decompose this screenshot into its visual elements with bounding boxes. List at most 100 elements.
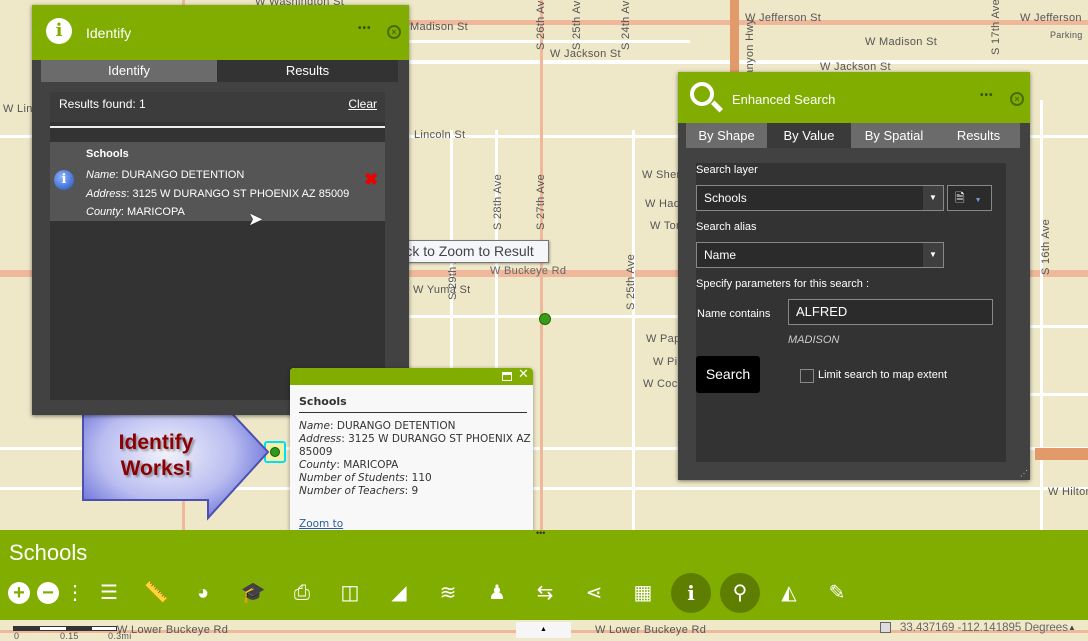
field-value: : 3125 W DURANGO ST PHOENIX AZ 85009 [126, 188, 350, 200]
field-label: Address [86, 188, 127, 200]
legend-list-icon[interactable]: ☰ [94, 578, 124, 608]
zoom-to-link[interactable]: Zoom to [299, 518, 343, 530]
more-options-button[interactable]: ••• [980, 90, 994, 101]
tab-by-value[interactable]: By Value [767, 123, 851, 148]
popup-field: Name: DURANGO DETENTION [299, 420, 531, 433]
close-icon[interactable]: ✕ [518, 368, 529, 382]
more-vertical-icon[interactable]: ⋮ [60, 578, 90, 608]
result-item[interactable]: i Schools Name: DURANGO DETENTION Addres… [50, 142, 385, 221]
resize-handle[interactable]: ••• [536, 528, 545, 538]
street-view-icon[interactable]: ♟ [482, 578, 512, 608]
chart-icon[interactable]: ◢ [384, 578, 414, 608]
enhanced-search-icon[interactable]: ⚲ [720, 573, 760, 613]
field-label: County [299, 459, 337, 471]
street-label: S 16th Ave [1040, 218, 1052, 275]
coordinates-icon [880, 622, 891, 633]
expand-panel-button[interactable]: ▲ [516, 622, 571, 638]
resize-handle[interactable]: ⋰ [1020, 469, 1028, 478]
layer-options-button[interactable]: 🗎 ▼ [947, 185, 992, 211]
search-icon [690, 82, 714, 106]
popup-content: Name: DURANGO DETENTION Address: 3125 W … [299, 420, 531, 498]
street-label: W Lower Buckeye Rd [595, 624, 707, 636]
street-label: W Yuma St [413, 284, 471, 296]
street-label: Lincoln St [414, 129, 466, 141]
field-label: Name [86, 169, 116, 181]
street-label: W Lower Buckeye Rd [117, 624, 229, 636]
chevron-down-icon: ▼ [923, 243, 943, 267]
field-label: Address [299, 433, 342, 445]
street-label: S 25th Ave [571, 0, 583, 50]
street-label: S 25th Ave [625, 253, 637, 310]
search-alias-label: Search alias [696, 221, 757, 233]
search-panel-header[interactable]: Enhanced Search ••• × [678, 72, 1030, 123]
draw-icon[interactable]: ✎ [822, 578, 852, 608]
remove-result-icon[interactable]: ✖ [364, 170, 378, 190]
street-label: S 27th Ave [535, 173, 547, 230]
elevation-profile-icon[interactable]: ◭ [774, 578, 804, 608]
basemap-palette-icon[interactable]: ◕ [188, 578, 218, 608]
share-icon[interactable]: ⋖ [579, 578, 609, 608]
popup-field: Number of Teachers: 9 [299, 485, 531, 498]
field-label: Name [299, 420, 330, 432]
education-icon[interactable]: 🎓 [238, 578, 268, 608]
coordinates-readout: 33.437169 -112.141895 Degrees [900, 622, 1068, 634]
info-icon: i [54, 170, 74, 190]
result-layer: Schools [86, 148, 129, 160]
select-value: Schools [704, 191, 747, 205]
street-label: S 24th Ave [620, 0, 632, 50]
divider [299, 412, 527, 413]
popup-field: Number of Students: 110 [299, 472, 531, 485]
result-field: Address: 3125 W DURANGO ST PHOENIX AZ 85… [86, 188, 349, 200]
params-label: Specify parameters for this search : [696, 278, 870, 290]
tab-results[interactable]: Results [217, 60, 398, 82]
clear-link[interactable]: Clear [348, 97, 377, 111]
street-label: Madison St [410, 21, 469, 33]
name-contains-input[interactable]: ALFRED [788, 299, 993, 325]
street-label: S 17th Ave [990, 0, 1002, 55]
more-options-button[interactable]: ••• [358, 23, 372, 34]
results-count: Results found: 1 [59, 97, 146, 111]
tab-results[interactable]: Results [937, 123, 1020, 148]
popup-field: Address: 3125 W DURANGO ST PHOENIX AZ 85… [299, 433, 531, 459]
identify-panel-header[interactable]: i Identify ••• × [32, 5, 409, 60]
tab-identify[interactable]: Identify [41, 60, 217, 82]
search-button[interactable]: Search [696, 356, 760, 393]
measure-ruler-icon[interactable]: 📏 [141, 578, 171, 608]
field-value: : MARICOPA [336, 459, 399, 471]
select-value: Name [704, 248, 737, 262]
search-result-marker[interactable] [539, 313, 551, 325]
close-icon[interactable]: × [387, 25, 401, 39]
search-layer-label: Search layer [696, 164, 758, 176]
annotation-text: Identify Works! [96, 430, 216, 482]
field-label: County [86, 206, 121, 218]
document-icon: 🗎 [955, 191, 965, 205]
zoom-out-icon[interactable]: − [37, 582, 59, 604]
identify-panel: i Identify ••• × Identify Results Result… [32, 5, 409, 415]
grid-icon[interactable]: ▦ [628, 578, 658, 608]
zoom-in-icon[interactable]: + [8, 582, 30, 604]
maximize-icon[interactable] [502, 372, 512, 381]
tab-by-spatial[interactable]: By Spatial [851, 123, 937, 148]
tab-by-shape[interactable]: By Shape [686, 123, 767, 148]
street-label: W Jefferson [1020, 12, 1082, 24]
chevron-up-icon[interactable]: ▲ [1068, 623, 1076, 632]
identify-info-icon[interactable]: i [671, 573, 711, 613]
street-label: S 28th Ave [492, 173, 504, 230]
field-value: : 110 [404, 472, 432, 484]
limit-extent-checkbox[interactable] [800, 369, 814, 383]
search-alias-select[interactable]: Name ▼ [696, 242, 944, 268]
swipe-icon[interactable]: ◫ [335, 578, 365, 608]
input-hint: MADISON [788, 334, 840, 346]
result-field: County: MARICOPA [86, 206, 185, 218]
street-label: S 26th Ave [535, 0, 547, 50]
print-icon[interactable]: ⎙ [287, 578, 317, 608]
search-layer-select[interactable]: Schools ▼ [696, 185, 944, 211]
field-value: : DURANGO DETENTION [115, 169, 245, 181]
popup-title: Schools [299, 395, 347, 408]
info-icon: i [46, 18, 72, 44]
search-form: Search layer Schools ▼ 🗎 ▼ Search alias Na… [696, 163, 1006, 462]
layers-icon[interactable]: ≋ [433, 578, 463, 608]
directions-icon[interactable]: ⇆ [530, 578, 560, 608]
close-icon[interactable]: × [1010, 92, 1024, 106]
scale-label: 0.15 [60, 631, 79, 641]
